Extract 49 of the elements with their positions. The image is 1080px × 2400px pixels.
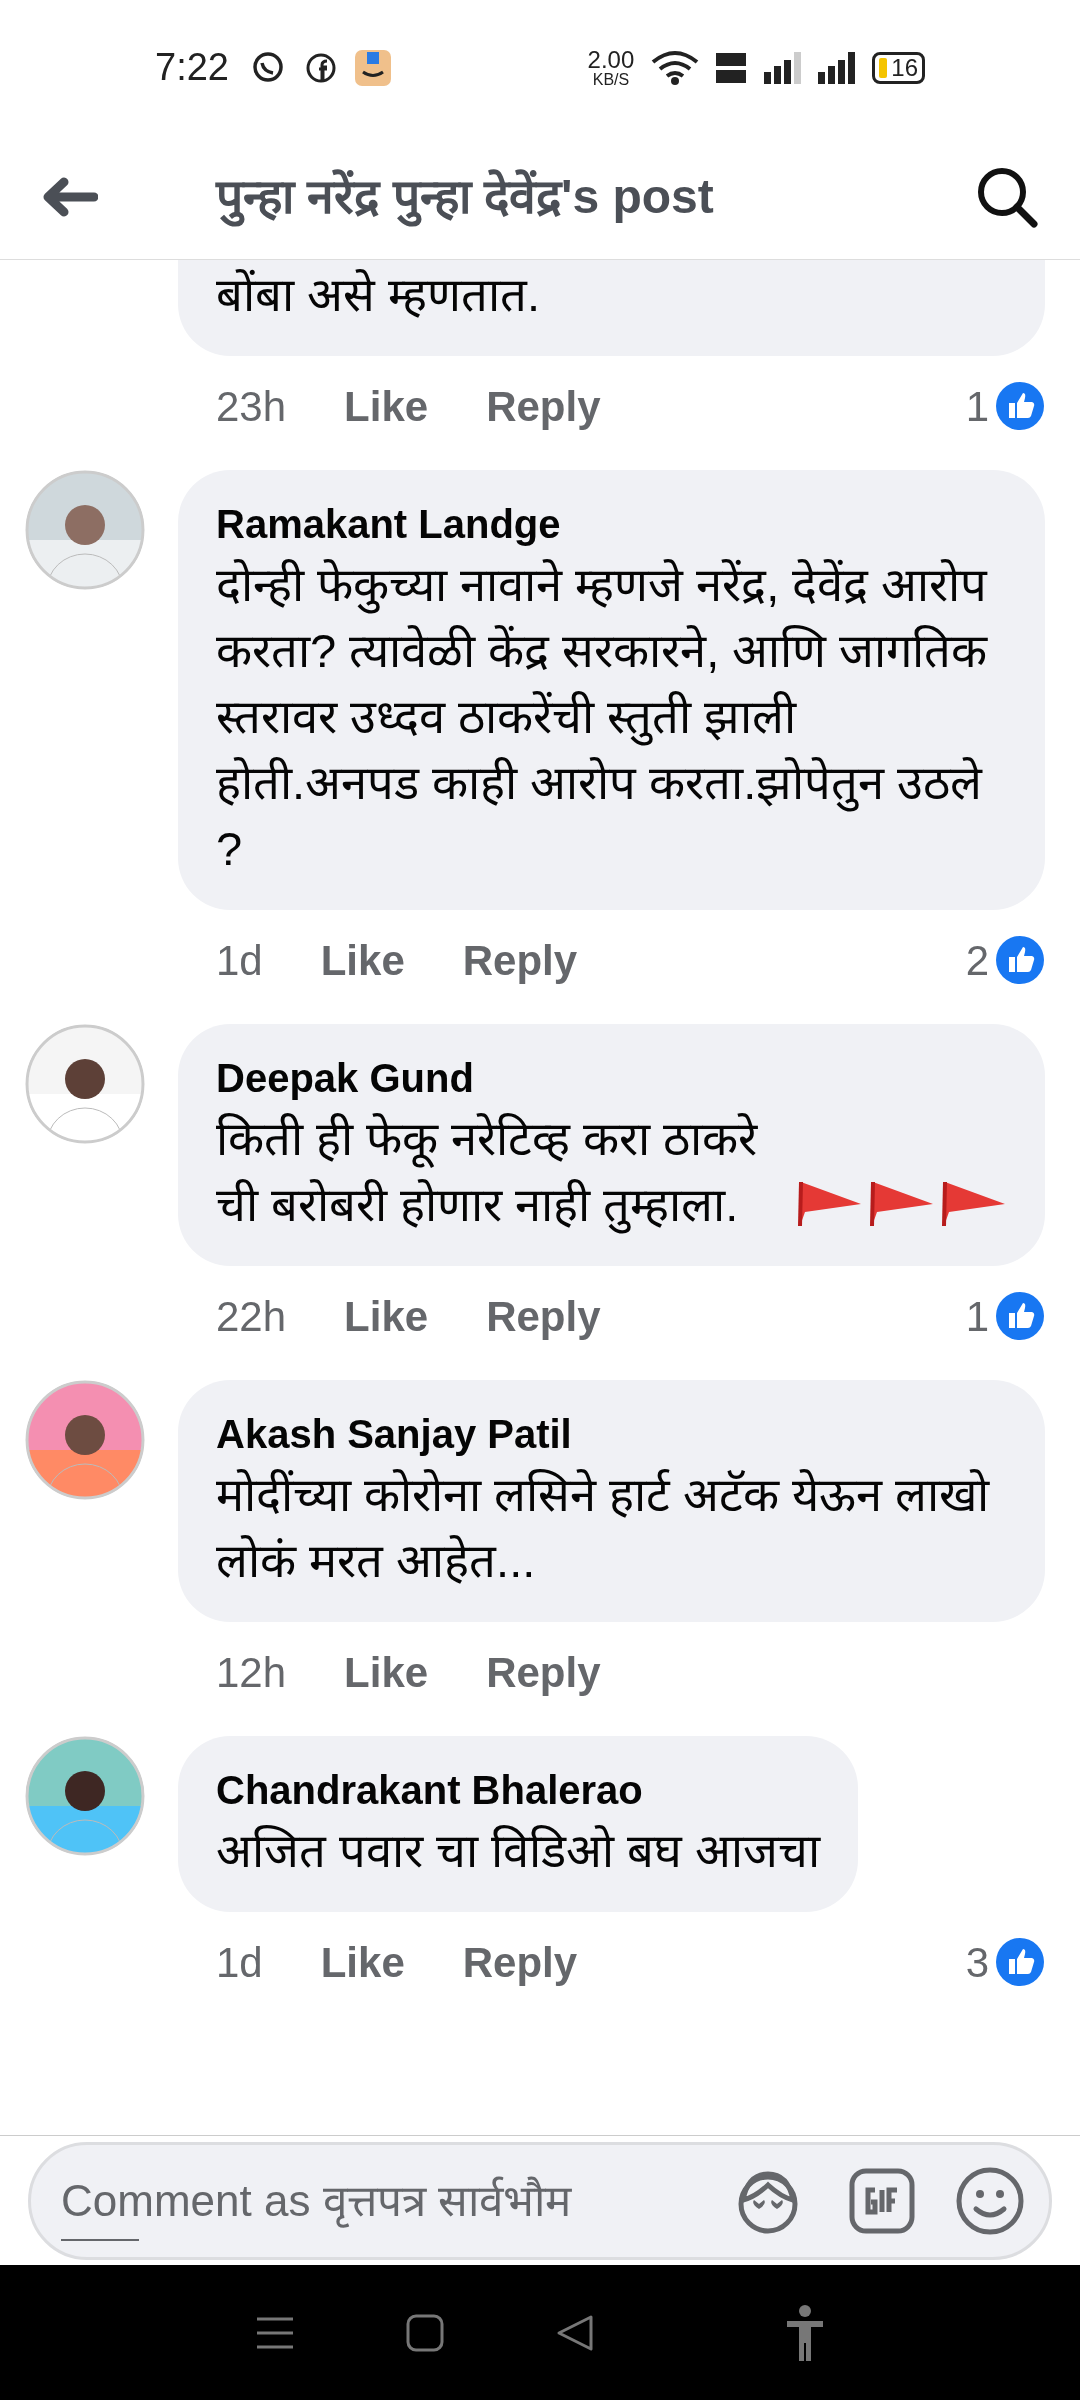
thumbs-up-icon: [995, 1291, 1045, 1341]
like-link[interactable]: Like: [320, 928, 405, 992]
like-count[interactable]: 1: [965, 374, 989, 438]
like-count[interactable]: 2: [965, 928, 989, 992]
shopping-app-icon: [354, 49, 391, 86]
battery-indicator: 16: [872, 51, 925, 84]
gif-icon[interactable]: [849, 2167, 915, 2234]
reply-link[interactable]: Reply: [462, 928, 578, 992]
comment-time: 12h: [216, 1647, 287, 1698]
comment-text: अजित पवार चा विडिओ बघ आजचा: [216, 1823, 821, 1879]
reply-link[interactable]: Reply: [486, 1284, 601, 1348]
comment-time: 22h: [216, 1291, 287, 1342]
author-name[interactable]: Akash Sanjay Patil: [216, 1406, 1007, 1462]
comment-text: किती ही फेकू नरेटिव्ह करा ठाकरे ची बरोबरी होणार नाही तुम्हाला.: [216, 1106, 777, 1238]
chat-app-icon: [250, 50, 285, 85]
comment-text: मोदींच्या कोरोना लसिने हार्ट अटॅक येऊन लाखो लोकं मरत आहेत...: [216, 1467, 991, 1589]
back-arrow-icon[interactable]: [42, 177, 98, 217]
like-link[interactable]: Like: [320, 1930, 405, 1994]
network-speed-unit: KB/S: [592, 71, 630, 88]
comment-time: 1d: [216, 935, 263, 986]
reply-link[interactable]: Reply: [486, 374, 601, 438]
comment-time: 23h: [216, 381, 287, 432]
page-title: पुन्हा नरेंद्र पुन्हा देवेंद्र's post: [216, 161, 714, 233]
accessibility-icon[interactable]: [785, 2304, 825, 2361]
clock: 7:22: [155, 45, 229, 90]
home-icon[interactable]: [405, 2312, 445, 2353]
comment-field[interactable]: Comment as वृत्तपत्र सार्वभौम: [61, 2167, 733, 2234]
comment-time: 1d: [216, 1937, 263, 1988]
comment-text: बोंबा असे म्हणतात.: [216, 267, 541, 323]
author-name[interactable]: Deepak Gund: [216, 1050, 1007, 1106]
author-name[interactable]: Chandrakant Bhalerao: [216, 1762, 821, 1818]
reply-link[interactable]: Reply: [486, 1640, 601, 1704]
reply-link[interactable]: Reply: [462, 1930, 578, 1994]
search-icon[interactable]: [976, 166, 1038, 228]
like-link[interactable]: Like: [344, 1284, 429, 1348]
thumbs-up-icon: [995, 935, 1045, 985]
like-count[interactable]: 3: [965, 1930, 989, 1994]
wifi-icon: [650, 49, 701, 86]
like-link[interactable]: Like: [344, 1640, 429, 1704]
like-count[interactable]: 1: [965, 1284, 989, 1348]
like-link[interactable]: Like: [344, 374, 429, 438]
comment-box[interactable]: Comment as वृत्तपत्र सार्वभौम: [28, 2141, 1052, 2260]
emoji-icon[interactable]: [955, 2165, 1025, 2236]
thumbs-up-icon: [995, 381, 1045, 431]
comment-text: दोन्ही फेकुच्या नावाने म्हणजे नरेंद्र, देवेंद्र आरोप करता? त्यावेळी केंद्र सरकारने, आणि जागतिक स्तरावर उध्दव ठाकरेंची स्तुती झाली होती.अनपड काही आरोप करता.झोपेतुन उठले ?: [216, 557, 989, 877]
author-name[interactable]: Ramakant Landge: [216, 496, 1007, 552]
facebook-icon: [304, 51, 337, 84]
network-speed: 2.00: [587, 47, 635, 72]
thumbs-up-icon: [995, 1937, 1045, 1987]
